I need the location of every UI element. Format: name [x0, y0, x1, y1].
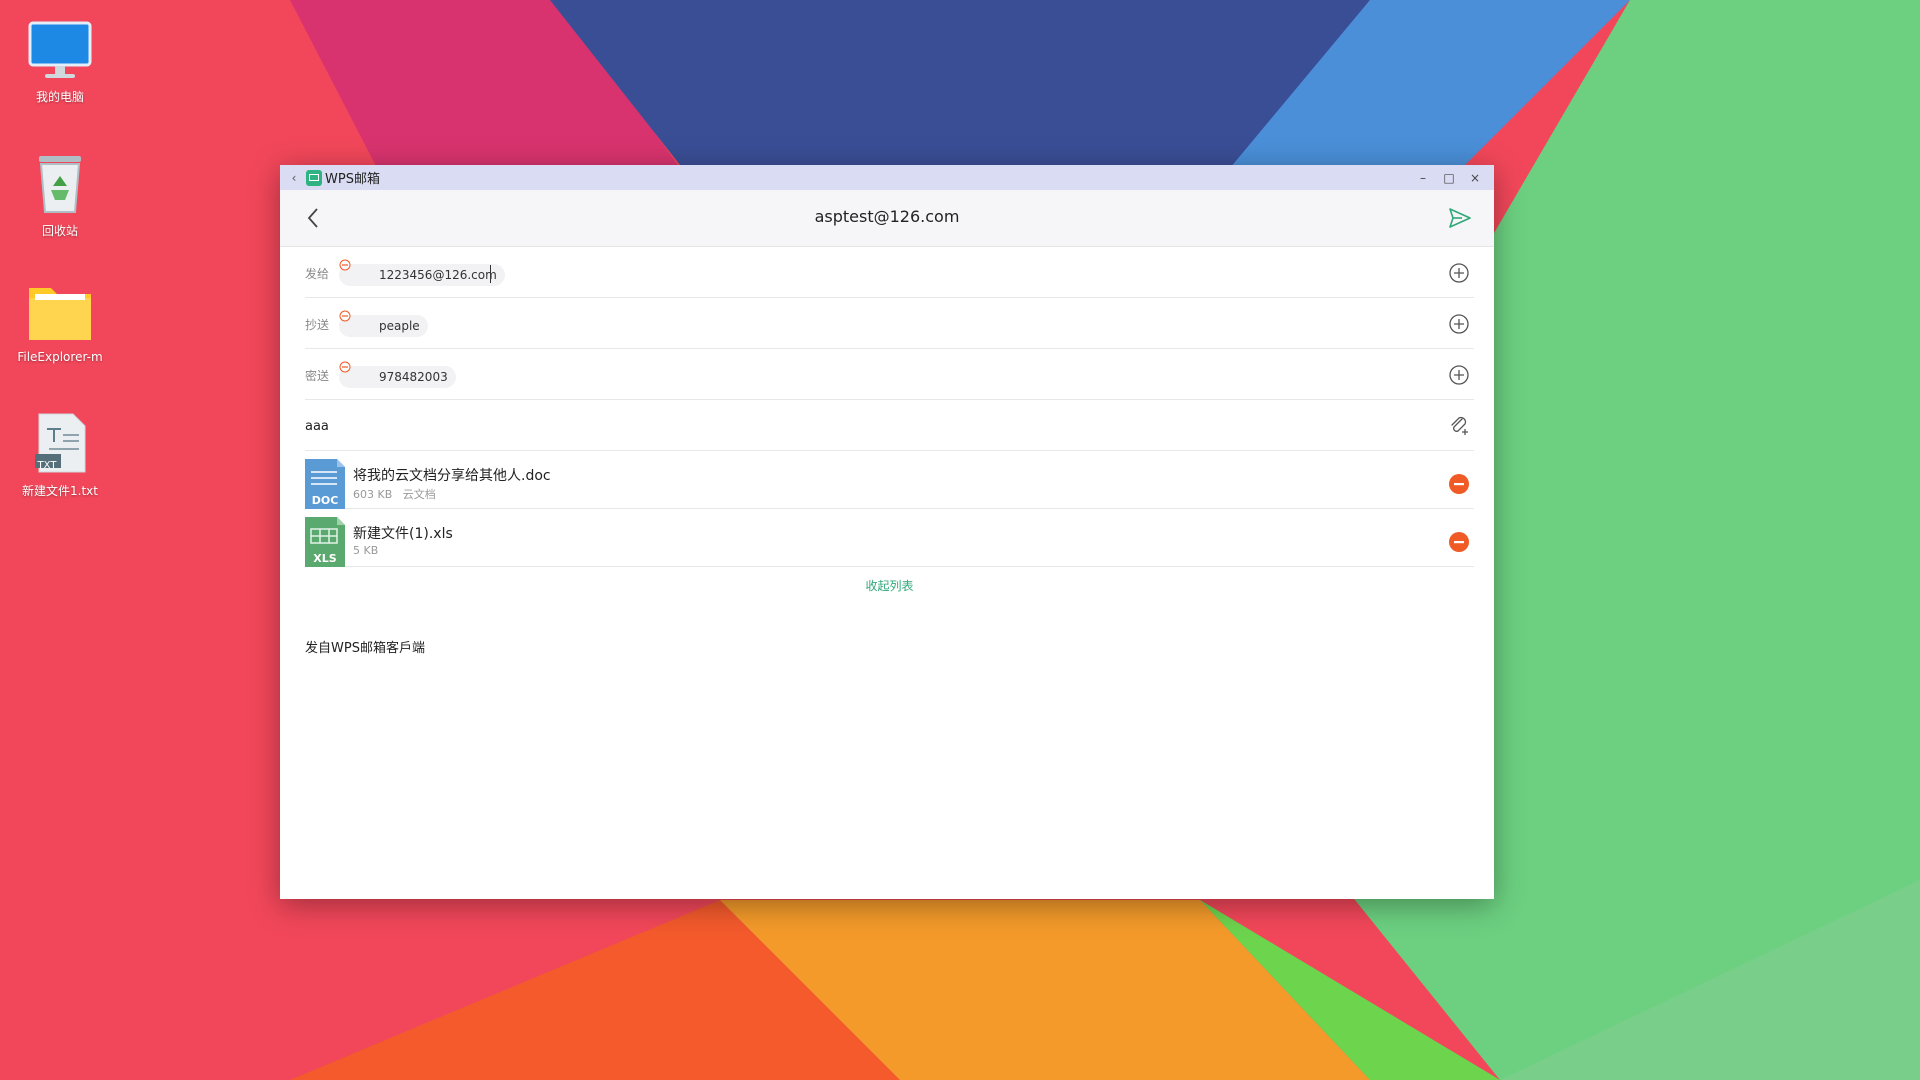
desktop-icon-my-computer[interactable]: 我的电脑: [5, 20, 115, 105]
bcc-chip[interactable]: 978482003: [339, 366, 456, 388]
titlebar-back-button[interactable]: ‹: [284, 171, 304, 185]
cc-row: 抄送 peaple: [305, 298, 1474, 349]
subject-field[interactable]: aaa: [305, 419, 329, 434]
window-title: WPS邮箱: [325, 172, 380, 187]
text-cursor: [490, 265, 491, 283]
email-body-signature[interactable]: 发自WPS邮箱客戶端: [305, 637, 1474, 656]
recipient-chip[interactable]: 1223456@126.com: [339, 264, 505, 286]
desktop-icon-new-txt[interactable]: 新建文件1.txt: [5, 410, 115, 499]
desktop-icon-label: FileExplorer-m: [17, 350, 103, 364]
collapse-list-link[interactable]: 收起列表: [305, 567, 1474, 607]
desktop-icon-label: 新建文件1.txt: [22, 484, 98, 498]
window-titlebar[interactable]: ‹ WPS邮箱 – □ ×: [280, 165, 1494, 190]
close-button[interactable]: ×: [1462, 171, 1488, 185]
remove-bcc-icon[interactable]: [339, 361, 351, 373]
file-type-badge: XLS: [313, 552, 337, 565]
desktop-icon-file-explorer[interactable]: FileExplorer-m: [5, 282, 115, 364]
wps-mail-window: ‹ WPS邮箱 – □ × asptest@126.com 发给 1223456…: [280, 165, 1494, 899]
add-recipient-icon[interactable]: [1448, 262, 1470, 284]
compose-header: asptest@126.com: [280, 190, 1494, 247]
add-bcc-icon[interactable]: [1448, 364, 1470, 386]
folder-icon: [29, 288, 91, 340]
file-type-badge: DOC: [311, 494, 339, 507]
attachment-item[interactable]: DOC 将我的云文档分享给其他人.doc 603 KB 云文档: [305, 451, 1474, 509]
remove-recipient-icon[interactable]: [339, 259, 351, 271]
desktop-icon-recycle-bin[interactable]: 回收站: [5, 150, 115, 239]
to-label: 发给: [305, 267, 330, 281]
compose-account-title: asptest@126.com: [814, 207, 960, 226]
send-icon[interactable]: [1448, 206, 1472, 230]
compose-form: 发给 1223456@126.com 抄送 peaple 密送 97848200…: [280, 247, 1494, 656]
subject-row[interactable]: aaa: [305, 400, 1474, 451]
cc-chip[interactable]: peaple: [339, 315, 428, 337]
attachment-source: 云文档: [402, 488, 436, 501]
desktop-icon-label: 我的电脑: [35, 90, 84, 104]
attachment-meta: 603 KB 云文档: [353, 486, 436, 502]
txt-badge: TXT: [37, 460, 57, 471]
maximize-button[interactable]: □: [1436, 171, 1462, 185]
bcc-row: 密送 978482003: [305, 349, 1474, 400]
attach-icon[interactable]: [1448, 414, 1470, 436]
to-row: 发给 1223456@126.com: [305, 247, 1474, 298]
remove-attachment-icon[interactable]: [1448, 531, 1470, 553]
minimize-button[interactable]: –: [1410, 171, 1436, 185]
computer-icon: [28, 21, 92, 78]
window-controls: – □ ×: [1410, 165, 1488, 190]
attachment-size: 5 KB: [353, 544, 379, 557]
attachment-item[interactable]: XLS 新建文件(1).xls 5 KB: [305, 509, 1474, 567]
remove-attachment-icon[interactable]: [1448, 473, 1470, 495]
add-cc-icon[interactable]: [1448, 313, 1470, 335]
recycle-bin-icon: [39, 156, 81, 213]
attachment-size: 603 KB: [353, 488, 393, 501]
cc-label: 抄送: [305, 318, 330, 332]
attachment-name: 新建文件(1).xls: [353, 526, 453, 542]
remove-cc-icon[interactable]: [339, 310, 351, 322]
wps-mail-logo-icon: [306, 169, 322, 186]
desktop-icon-label: 回收站: [41, 224, 78, 238]
attachment-name: 将我的云文档分享给其他人.doc: [353, 468, 551, 484]
bcc-label: 密送: [305, 369, 330, 383]
